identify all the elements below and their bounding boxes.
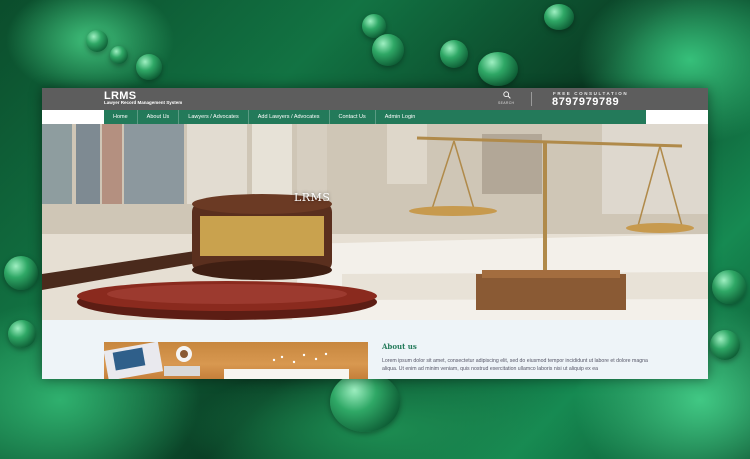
search-icon[interactable] <box>503 91 511 99</box>
decor-bubble <box>136 54 162 80</box>
nav-contact-us[interactable]: Contact Us <box>330 110 376 124</box>
decor-bubble <box>8 320 36 348</box>
nav-admin-login[interactable]: Admin Login <box>376 110 425 124</box>
about-section: About us Lorem ipsum dolor sit amet, con… <box>42 320 708 379</box>
site-tagline: Lawyer Record Management System <box>104 100 183 105</box>
nav-about-us[interactable]: About Us <box>138 110 180 124</box>
decor-bubble <box>712 270 746 304</box>
search-label[interactable]: SEARCH <box>498 101 514 105</box>
decor-bubble <box>440 40 468 68</box>
header-divider <box>531 92 532 106</box>
gavel-scales-illustration <box>42 124 708 320</box>
decor-bubble <box>4 256 38 290</box>
about-image <box>104 342 368 379</box>
decor-bubble <box>372 34 404 66</box>
decor-bubble <box>86 30 108 52</box>
decor-bubble <box>330 372 400 432</box>
hero-banner: LRMS <box>42 124 708 320</box>
nav-add-lawyers[interactable]: Add Lawyers / Advocates <box>249 110 330 124</box>
about-text: Lorem ipsum dolor sit amet, consectetur … <box>382 358 648 372</box>
nav-home[interactable]: Home <box>104 110 138 124</box>
decor-bubble <box>544 4 574 30</box>
main-nav: Home About Us Lawyers / Advocates Add La… <box>104 110 646 124</box>
hero-title: LRMS <box>294 191 331 204</box>
top-bar: LRMS Lawyer Record Management System SEA… <box>42 88 708 110</box>
about-heading: About us <box>382 342 417 351</box>
nav-lawyers[interactable]: Lawyers / Advocates <box>179 110 249 124</box>
decor-bubble <box>710 330 740 360</box>
decor-bubble <box>110 46 128 64</box>
phone-number[interactable]: 8797979789 <box>552 96 619 108</box>
website-window: LRMS Lawyer Record Management System SEA… <box>42 88 708 379</box>
decor-bubble <box>478 52 518 86</box>
